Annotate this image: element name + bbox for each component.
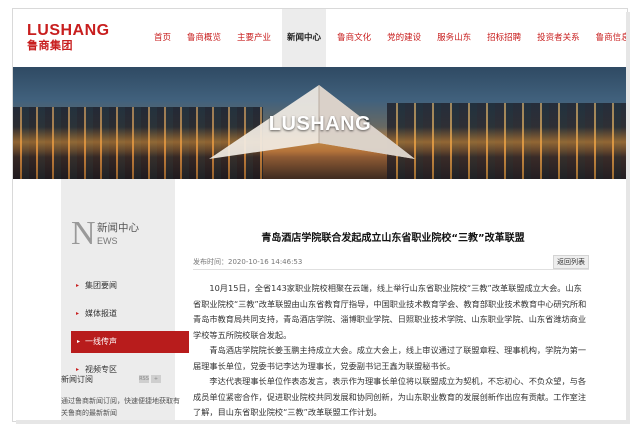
sidebar-item-label: 媒体报道 (85, 309, 117, 318)
subscribe-icons: RSS + (137, 375, 161, 394)
publish-time: 发布时间：2020-10-16 14:46:53 (193, 258, 303, 266)
nav-item-party[interactable]: 党的建设 (382, 9, 426, 67)
nav-item-investors[interactable]: 投资者关系 (532, 9, 585, 67)
logo-chinese: 鲁商集团 (27, 39, 73, 52)
sidebar-item-label: 视频专区 (85, 365, 117, 374)
article-main: 青岛酒店学院联合发起成立山东省职业院校“三教”改革联盟 发布时间：2020-10… (193, 179, 623, 421)
bullet-icon: ▸ (77, 338, 81, 345)
bullet-icon: ▸ (76, 282, 80, 289)
back-to-list-button[interactable]: 返回列表 (553, 255, 589, 269)
nav-item-overview[interactable]: 鲁商概览 (182, 9, 226, 67)
sidebar-item-media[interactable]: ▸ 媒体报道 (65, 303, 165, 325)
nav-item-recruit[interactable]: 招标招聘 (482, 9, 526, 67)
brand-logo[interactable]: LUSHANG 鲁商集团 (27, 22, 110, 53)
main-nav: 首页 鲁商概览 主要产业 新闻中心 鲁商文化 党的建设 服务山东 招标招聘 投资… (149, 9, 627, 67)
article-paragraph: 李达代表理事长单位作表态发言，表示作为理事长单位将以联盟成立为契机，不忘初心、不… (193, 376, 587, 417)
nav-item-info[interactable]: 鲁商信息 (591, 9, 627, 67)
hero-banner: LUSHANG (13, 67, 627, 179)
rss-icon[interactable]: RSS (139, 375, 149, 383)
article-title: 青岛酒店学院联合发起成立山东省职业院校“三教”改革联盟 (261, 233, 525, 244)
nav-item-industries[interactable]: 主要产业 (232, 9, 276, 67)
article-paragraph: 青岛酒店学院院长姜玉鹏主持成立大会。成立大会上，线上审议通过了联盟章程、理事机构… (193, 345, 587, 371)
nav-item-home[interactable]: 首页 (149, 9, 176, 67)
article-paragraph: 10月15日，全省143家职业院校相聚在云端，线上举行山东省职业院校“三教”改革… (193, 283, 587, 340)
nav-item-news[interactable]: 新闻中心 (282, 9, 327, 67)
subscribe-title: 新闻订阅 (61, 375, 93, 384)
feed-icon[interactable]: + (151, 375, 161, 383)
article-meta: 发布时间：2020-10-16 14:46:53 返回列表 (193, 255, 589, 270)
sidebar-item-label: 集团要闻 (85, 281, 117, 290)
frame-shadow-bottom (16, 420, 630, 424)
nav-item-service[interactable]: 服务山东 (432, 9, 476, 67)
logo-english: LUSHANG (27, 22, 110, 39)
frame-shadow-right (626, 12, 630, 422)
article-body: 10月15日，全省143家职业院校相聚在云端，线上举行山东省职业院校“三教”改革… (193, 281, 589, 421)
sidebar-item-group-news[interactable]: ▸ 集团要闻 (65, 275, 165, 297)
bullet-icon: ▸ (76, 310, 80, 317)
sidebar-menu: ▸ 集团要闻 ▸ 媒体报道 ▸ 一线传声 ▸ 视频专区 (65, 275, 189, 387)
nav-item-culture[interactable]: 鲁商文化 (332, 9, 376, 67)
section-title-cn: 新闻中心 (97, 222, 139, 234)
page-frame: LUSHANG 鲁商集团 首页 鲁商概览 主要产业 新闻中心 鲁商文化 党的建设… (12, 8, 628, 422)
section-initial: N (71, 215, 96, 252)
site-header: LUSHANG 鲁商集团 首页 鲁商概览 主要产业 新闻中心 鲁商文化 党的建设… (13, 9, 627, 67)
sidebar-item-label: 一线传声 (85, 337, 117, 346)
section-title-en: EWS (97, 236, 118, 246)
sidebar-item-frontline[interactable]: ▸ 一线传声 (71, 331, 189, 353)
banner-brand-text: LUSHANG (268, 113, 372, 135)
subscribe-description: 通过鲁商新闻订阅，快速便捷地获取有关鲁商的最新新闻 (61, 397, 180, 417)
